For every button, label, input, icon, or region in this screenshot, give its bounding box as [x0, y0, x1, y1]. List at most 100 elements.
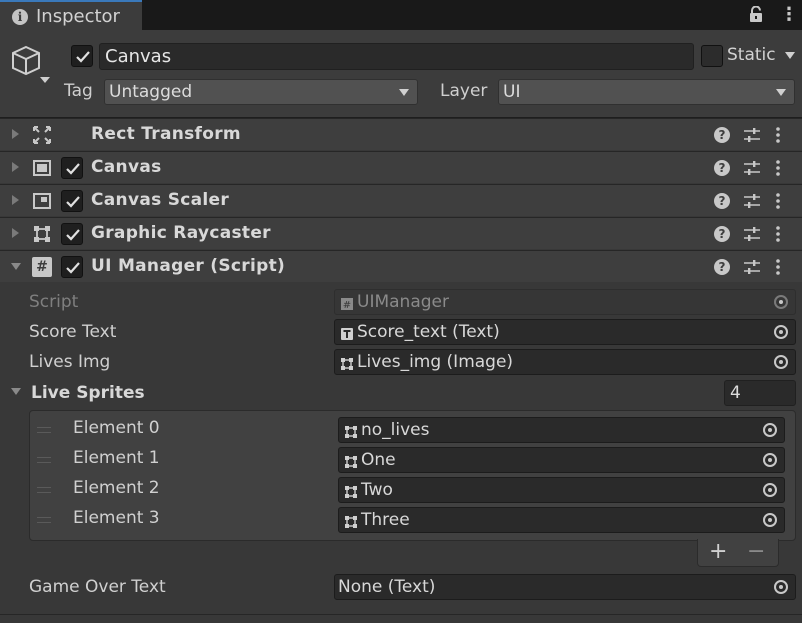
preset-settings-icon[interactable]: [743, 159, 761, 182]
element-label: Element 3: [73, 508, 160, 528]
enabled-checkbox[interactable]: [61, 223, 83, 245]
drag-handle-icon[interactable]: [37, 427, 51, 433]
static-dropdown[interactable]: Static: [727, 45, 796, 65]
script-value: UIManager: [357, 292, 449, 312]
foldout-arrow-icon[interactable]: [11, 263, 21, 270]
text-component-icon: [340, 326, 354, 346]
gameobject-cube-icon[interactable]: [10, 44, 52, 91]
element-value: no_lives: [361, 420, 430, 440]
component-rect-transform[interactable]: Rect Transform ?: [0, 118, 802, 150]
foldout-arrow-icon[interactable]: [12, 129, 19, 139]
context-menu-icon[interactable]: [775, 258, 781, 281]
context-menu-icon[interactable]: [775, 159, 781, 182]
tag-dropdown[interactable]: Untagged: [104, 79, 418, 105]
live-sprites-size-field[interactable]: 4: [724, 380, 796, 406]
component-title: Graphic Raycaster: [91, 223, 271, 243]
element-object-field[interactable]: Two: [338, 477, 785, 503]
tag-label: Tag: [64, 81, 93, 101]
foldout-arrow-icon[interactable]: [12, 228, 19, 238]
lives-img-field[interactable]: Lives_img (Image): [334, 349, 796, 375]
lock-icon[interactable]: [749, 5, 763, 28]
sprite-icon: [344, 484, 358, 504]
object-picker-icon[interactable]: [774, 355, 788, 369]
context-menu-icon[interactable]: [775, 225, 781, 248]
lives-img-value: Lives_img (Image): [357, 352, 514, 372]
sprite-icon: [344, 454, 358, 474]
help-icon[interactable]: ?: [714, 259, 730, 275]
script-field: # UIManager: [334, 289, 796, 315]
object-picker-icon[interactable]: [763, 513, 777, 527]
component-graphic-raycaster[interactable]: Graphic Raycaster ?: [0, 217, 802, 249]
list-item[interactable]: Element 2 Two: [30, 475, 785, 505]
layer-dropdown[interactable]: UI: [498, 79, 795, 105]
tag-value: Untagged: [109, 82, 193, 102]
live-sprites-foldout-icon[interactable]: [11, 388, 21, 395]
chevron-down-icon: [785, 51, 796, 59]
component-title: Canvas: [91, 157, 162, 177]
help-icon[interactable]: ?: [714, 127, 730, 143]
canvas-icon: [32, 158, 52, 178]
object-picker-icon[interactable]: [763, 453, 777, 467]
context-menu-icon[interactable]: [775, 126, 781, 149]
game-over-text-field[interactable]: None (Text): [334, 574, 796, 600]
object-picker-icon[interactable]: [774, 580, 788, 594]
component-title: UI Manager (Script): [91, 256, 286, 276]
component-canvas[interactable]: Canvas ?: [0, 151, 802, 183]
tab-menu-icon[interactable]: ⋮: [780, 4, 798, 25]
list-item[interactable]: Element 1 One: [30, 445, 785, 475]
object-picker-icon: [774, 295, 788, 309]
drag-handle-icon[interactable]: [37, 517, 51, 523]
element-value: Two: [361, 480, 393, 500]
enabled-checkbox[interactable]: [61, 157, 83, 179]
preset-settings-icon[interactable]: [743, 192, 761, 215]
score-text-value: Score_text (Text): [357, 322, 500, 342]
lives-img-label: Lives Img: [29, 352, 111, 372]
sprite-icon: [344, 424, 358, 444]
help-icon[interactable]: ?: [714, 193, 730, 209]
info-icon: i: [12, 9, 28, 25]
object-picker-icon[interactable]: [763, 423, 777, 437]
component-canvas-scaler[interactable]: Canvas Scaler ?: [0, 184, 802, 216]
game-over-text-label: Game Over Text: [29, 577, 166, 597]
active-checkbox[interactable]: [71, 45, 93, 67]
list-item[interactable]: Element 3 Three: [30, 505, 785, 535]
preset-settings-icon[interactable]: [743, 126, 761, 149]
element-object-field[interactable]: Three: [338, 507, 785, 533]
object-picker-icon[interactable]: [763, 483, 777, 497]
drag-handle-icon[interactable]: [37, 487, 51, 493]
element-object-field[interactable]: One: [338, 447, 785, 473]
help-icon[interactable]: ?: [714, 226, 730, 242]
static-label: Static: [727, 45, 776, 65]
rect-transform-icon: [32, 125, 52, 145]
object-name-field[interactable]: Canvas: [99, 43, 694, 70]
drag-handle-icon[interactable]: [37, 457, 51, 463]
list-item[interactable]: Element 0 no_lives: [30, 415, 785, 445]
foldout-arrow-icon[interactable]: [12, 195, 19, 205]
object-name-text: Canvas: [105, 46, 172, 67]
script-file-icon: #: [340, 296, 354, 316]
help-icon[interactable]: ?: [714, 160, 730, 176]
element-label: Element 0: [73, 418, 160, 438]
script-label: Script: [29, 292, 79, 312]
preset-settings-icon[interactable]: [743, 258, 761, 281]
context-menu-icon[interactable]: [775, 192, 781, 215]
tab-title: Inspector: [36, 6, 120, 27]
tab-bar: i Inspector ⋮: [0, 0, 802, 30]
element-label: Element 1: [73, 448, 160, 468]
static-checkbox[interactable]: [701, 45, 723, 67]
component-ui-manager-script[interactable]: # UI Manager (Script) ?: [0, 250, 802, 282]
enabled-checkbox[interactable]: [61, 190, 83, 212]
score-text-field[interactable]: Score_text (Text): [334, 319, 796, 345]
object-picker-icon[interactable]: [774, 325, 788, 339]
layer-label: Layer: [440, 81, 488, 101]
divider: [0, 614, 802, 615]
inspector-tab[interactable]: i Inspector: [0, 0, 142, 30]
enabled-checkbox[interactable]: [61, 256, 83, 278]
element-object-field[interactable]: no_lives: [338, 417, 785, 443]
add-element-button[interactable]: +: [709, 539, 727, 564]
component-title: Canvas Scaler: [91, 190, 230, 210]
preset-settings-icon[interactable]: [743, 225, 761, 248]
chevron-down-icon: [399, 89, 409, 96]
remove-element-button[interactable]: −: [747, 539, 765, 564]
foldout-arrow-icon[interactable]: [12, 162, 19, 172]
